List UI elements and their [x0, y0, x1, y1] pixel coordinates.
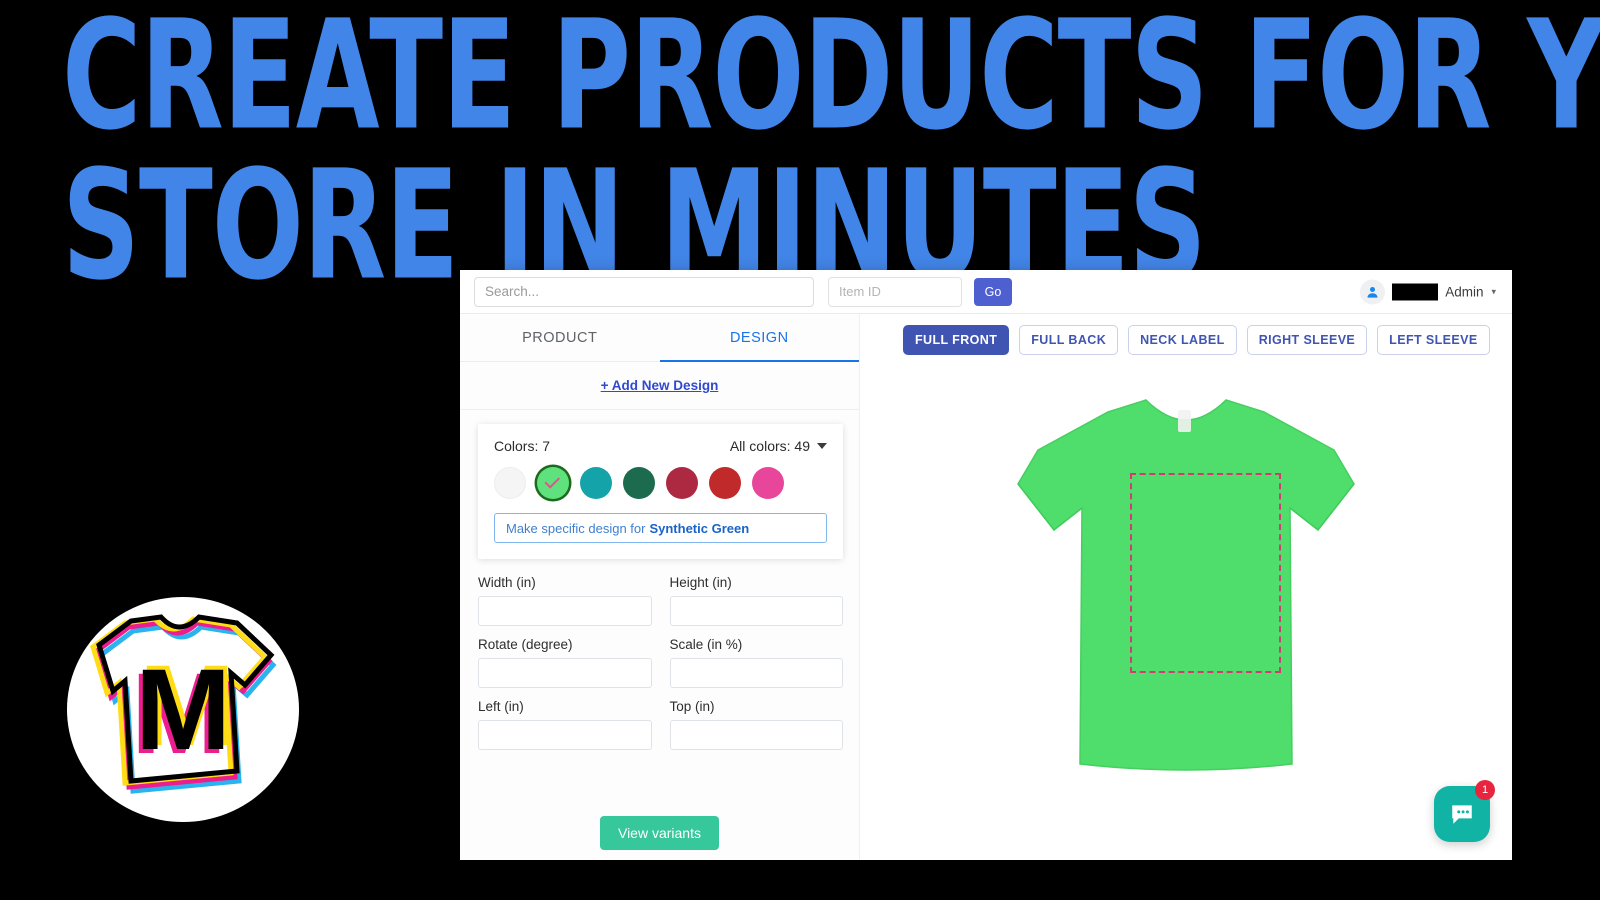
- specific-design-prefix: Make specific design for: [506, 520, 646, 536]
- color-swatch-red[interactable]: [709, 467, 741, 499]
- chevron-down-icon: ▾: [1491, 286, 1496, 296]
- design-sidebar: PRODUCT DESIGN + Add New Design Colors: …: [460, 314, 860, 860]
- app-body: PRODUCT DESIGN + Add New Design Colors: …: [460, 314, 1512, 860]
- scale-input[interactable]: [669, 658, 843, 688]
- field-top-input: Top (in): [669, 699, 843, 750]
- chat-unread-badge: 1: [1475, 780, 1495, 800]
- width-input-label: Width (in): [478, 575, 536, 590]
- go-button[interactable]: Go: [974, 277, 1012, 306]
- specific-design-color-name: Synthetic Green: [649, 520, 750, 536]
- app-window: Go Admin ▾ PRODUCT DESIGN: [460, 270, 1512, 860]
- field-width-input: Width (in): [478, 575, 652, 626]
- tab-product[interactable]: PRODUCT: [460, 314, 660, 361]
- user-avatar-icon: [1360, 279, 1386, 304]
- view-tab-list: FULL FRONT FULL BACK NECK LABEL RIGHT SLEEV…: [860, 314, 1512, 355]
- view-tab-left-sleeve[interactable]: LEFT SLEEVE: [1377, 325, 1490, 355]
- left-input[interactable]: [478, 720, 652, 750]
- item-id-input[interactable]: [828, 276, 962, 307]
- tab-design[interactable]: DESIGN: [659, 314, 860, 362]
- rotate-input-label: Rotate (degree): [478, 637, 573, 652]
- color-swatch-synthetic-green[interactable]: [537, 467, 569, 499]
- caret-down-icon: [817, 443, 827, 449]
- page-root: Create products for your Store in minute…: [0, 0, 1600, 900]
- view-tab-right-sleeve[interactable]: RIGHT SLEEVE: [1246, 325, 1368, 355]
- left-input-label: Left (in): [478, 699, 524, 714]
- colors-count-label: Colors: 7: [494, 438, 551, 454]
- color-swatch-crimson[interactable]: [666, 467, 698, 499]
- add-new-design-link[interactable]: + Add New Design: [601, 378, 719, 393]
- field-rotate-input: Rotate (degree): [478, 637, 652, 688]
- view-tab-full-back[interactable]: FULL BACK: [1019, 325, 1119, 355]
- cmyk-tshirt-logo-icon: M M M: [90, 614, 277, 794]
- all-colors-label: All colors: 49: [729, 438, 810, 454]
- check-icon: [544, 473, 561, 489]
- shirt-preview: [996, 372, 1376, 802]
- add-design-row: + Add New Design: [460, 362, 859, 410]
- color-swatch-teal[interactable]: [580, 467, 612, 499]
- hero-headline: Create products for your Store in minute…: [62, 0, 1600, 300]
- svg-text:M: M: [135, 646, 231, 774]
- view-tab-full-front[interactable]: FULL FRONT: [903, 325, 1010, 355]
- top-input[interactable]: [669, 720, 843, 750]
- app-header: Go Admin ▾: [460, 270, 1512, 314]
- colors-header: Colors: 7 All colors: 49: [494, 438, 827, 454]
- chat-widget-button[interactable]: 1: [1434, 780, 1495, 842]
- make-specific-design-button[interactable]: Make specific design for Synthetic Green: [494, 513, 827, 543]
- width-input[interactable]: [478, 596, 652, 626]
- color-swatch-white[interactable]: [494, 467, 526, 499]
- all-colors-dropdown[interactable]: All colors: 49: [730, 438, 827, 454]
- variants-row: View variants: [460, 816, 859, 850]
- color-swatch-pink[interactable]: [752, 467, 784, 499]
- scale-input-label: Scale (in %): [669, 637, 743, 652]
- color-swatch-forest-green[interactable]: [623, 467, 655, 499]
- print-area-outline[interactable]: [1130, 473, 1281, 673]
- redacted-account-label: [1392, 283, 1439, 300]
- search-input[interactable]: [474, 276, 814, 307]
- preview-area: [860, 362, 1512, 860]
- panel-tabs: PRODUCT DESIGN: [460, 314, 859, 362]
- height-input[interactable]: [669, 596, 843, 626]
- view-tab-neck-label[interactable]: NECK LABEL: [1128, 325, 1237, 355]
- preview-panel: FULL FRONT FULL BACK NECK LABEL RIGHT SLEEV…: [860, 314, 1512, 860]
- colors-card: Colors: 7 All colors: 49 Make specific d…: [478, 424, 843, 559]
- headline-line-1: Create products for your: [62, 0, 1600, 164]
- brand-logo: M M M: [67, 597, 299, 822]
- account-menu[interactable]: Admin ▾: [1360, 279, 1496, 304]
- height-input-label: Height (in): [669, 575, 732, 590]
- rotate-input[interactable]: [478, 658, 652, 688]
- field-height-input: Height (in): [669, 575, 843, 626]
- field-scale-input: Scale (in %): [669, 637, 843, 688]
- field-left-input: Left (in): [478, 699, 652, 750]
- top-input-label: Top (in): [669, 699, 715, 714]
- design-form: Width (in) Height (in) Rotate (degree) Scal…: [478, 575, 843, 761]
- color-swatch-list: [494, 467, 827, 499]
- chat-bubble-icon: [1452, 805, 1472, 824]
- account-name: Admin: [1445, 284, 1484, 299]
- view-variants-button[interactable]: View variants: [599, 816, 719, 850]
